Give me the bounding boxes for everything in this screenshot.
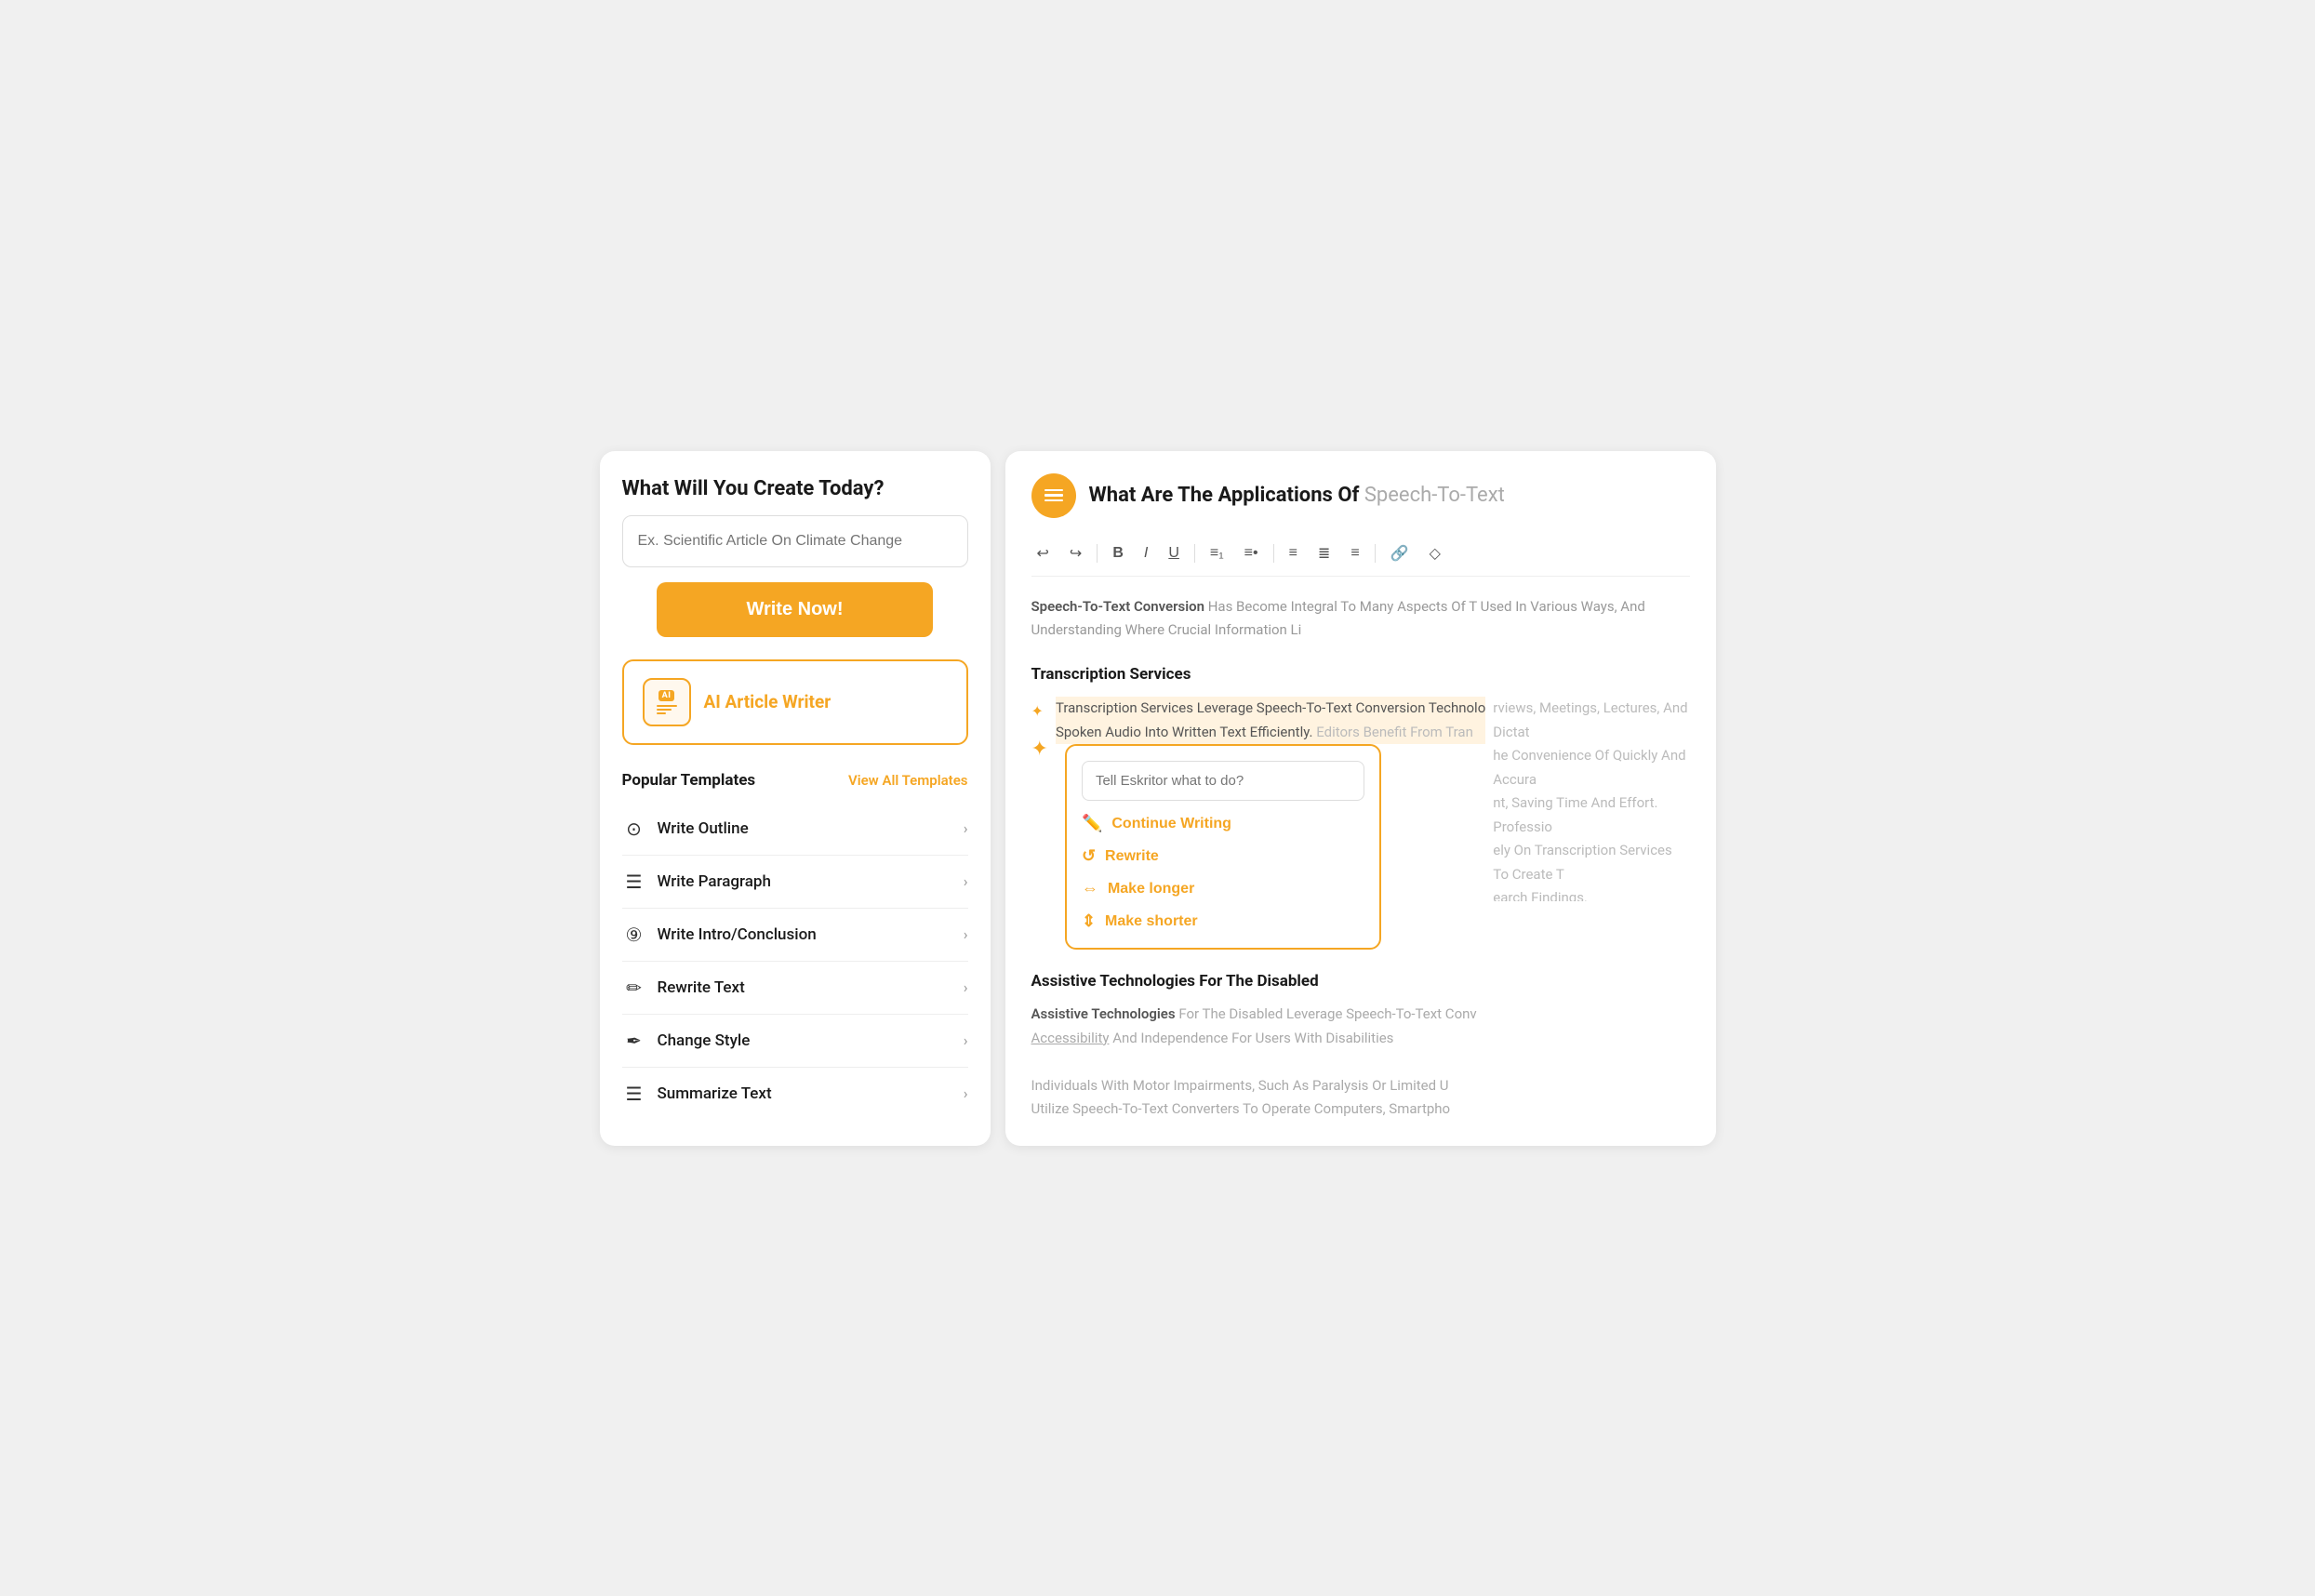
popup-actions: ✏️ Continue Writing ↺ Rewrite ⇔ Make lon… (1082, 812, 1364, 933)
section2-content: Assistive Technologies For The Disabled … (1031, 1003, 1690, 1122)
templates-header: Popular Templates View All Templates (622, 771, 968, 790)
chevron-icon: › (964, 925, 968, 943)
highlighted-text: Transcription Services Leverage Speech-T… (1056, 697, 1485, 744)
change-style-icon: ✒ (622, 1030, 646, 1052)
editor-toolbar: ↩ ↪ B I U ≡₁ ≡• ≡ ≣ ≡ 🔗 ◇ (1031, 531, 1690, 577)
rewrite-text-icon: ✏ (622, 977, 646, 999)
bold-button[interactable]: B (1107, 541, 1129, 565)
chevron-icon: › (964, 1031, 968, 1049)
hamburger-icon (1044, 489, 1063, 502)
sparkles-icon: ✦ ✦ (1031, 698, 1048, 766)
make-longer-button[interactable]: ⇔ Make longer (1082, 877, 1364, 900)
left-heading: What Will You Create Today? (622, 477, 968, 500)
right-panel: What Are The Applications Of Speech-To-T… (1005, 451, 1716, 1146)
rewrite-text-label: Rewrite Text (658, 978, 745, 997)
align-center-button[interactable]: ≣ (1312, 540, 1336, 566)
summarize-text-icon: ☰ (622, 1083, 646, 1105)
chevron-icon: › (964, 819, 968, 837)
rewrite-icon: ↺ (1082, 846, 1096, 866)
chevron-icon: › (964, 1084, 968, 1102)
editor-title: What Are The Applications Of Speech-To-T… (1089, 484, 1505, 507)
ai-writer-icon: AI (643, 678, 691, 726)
write-outline-icon: ⊙ (622, 818, 646, 840)
align-left-button[interactable]: ≡ (1284, 541, 1303, 565)
continue-writing-icon: ✏️ (1082, 814, 1102, 833)
underline-button[interactable]: U (1163, 541, 1185, 565)
write-outline-label: Write Outline (658, 819, 749, 838)
ai-popup: ✏️ Continue Writing ↺ Rewrite ⇔ Make lon… (1065, 744, 1381, 950)
summarize-text-label: Summarize Text (658, 1084, 772, 1103)
editor-content[interactable]: Speech-To-Text Conversion Has Become Int… (1031, 595, 1690, 1122)
write-intro-icon: ⑨ (622, 924, 646, 946)
write-paragraph-label: Write Paragraph (658, 872, 771, 891)
section1-heading: Transcription Services (1031, 661, 1690, 688)
templates-title: Popular Templates (622, 771, 756, 790)
template-item-rewrite-text[interactable]: ✏ Rewrite Text › (622, 962, 968, 1015)
menu-circle[interactable] (1031, 473, 1076, 518)
left-panel: What Will You Create Today? Write Now! A… (600, 451, 991, 1146)
make-longer-icon: ⇔ (1082, 879, 1098, 898)
make-shorter-icon: ⇕ (1082, 911, 1096, 931)
italic-button[interactable]: I (1138, 541, 1153, 565)
ordered-list-button[interactable]: ≡₁ (1204, 541, 1230, 565)
section2-heading: Assistive Technologies For The Disabled (1031, 968, 1690, 995)
rewrite-button[interactable]: ↺ Rewrite (1082, 845, 1364, 868)
ai-writer-card[interactable]: AI AI Article Writer (622, 659, 968, 745)
ai-badge: AI (659, 690, 675, 701)
write-now-button[interactable]: Write Now! (657, 582, 934, 637)
chevron-icon: › (964, 978, 968, 996)
link-button[interactable]: 🔗 (1385, 540, 1415, 566)
make-shorter-button[interactable]: ⇕ Make shorter (1082, 910, 1364, 933)
write-intro-label: Write Intro/Conclusion (658, 925, 817, 944)
unordered-list-button[interactable]: ≡• (1239, 541, 1264, 565)
search-input[interactable] (622, 515, 968, 567)
continue-writing-button[interactable]: ✏️ Continue Writing (1082, 812, 1364, 835)
image-button[interactable]: ◇ (1424, 540, 1446, 566)
chevron-icon: › (964, 872, 968, 890)
undo-button[interactable]: ↩ (1031, 540, 1055, 566)
intro-paragraph: Speech-To-Text Conversion Has Become Int… (1031, 595, 1690, 643)
template-list: ⊙ Write Outline › ☰ Write Paragraph › ⑨ … (622, 803, 968, 1120)
redo-button[interactable]: ↪ (1064, 540, 1087, 566)
view-all-link[interactable]: View All Templates (848, 772, 968, 789)
template-item-write-paragraph[interactable]: ☰ Write Paragraph › (622, 856, 968, 909)
editor-header: What Are The Applications Of Speech-To-T… (1031, 473, 1690, 518)
write-paragraph-icon: ☰ (622, 871, 646, 893)
template-item-write-outline[interactable]: ⊙ Write Outline › (622, 803, 968, 856)
ai-writer-label: AI Article Writer (704, 691, 832, 712)
popup-input[interactable] (1082, 761, 1364, 801)
intro-bold: Speech-To-Text Conversion (1031, 598, 1205, 615)
template-item-change-style[interactable]: ✒ Change Style › (622, 1015, 968, 1068)
change-style-label: Change Style (658, 1031, 751, 1050)
align-right-button[interactable]: ≡ (1345, 541, 1364, 565)
template-item-summarize-text[interactable]: ☰ Summarize Text › (622, 1068, 968, 1120)
template-item-write-intro[interactable]: ⑨ Write Intro/Conclusion › (622, 909, 968, 962)
gray-side-content: rviews, Meetings, Lectures, And Dictat h… (1493, 697, 1689, 901)
